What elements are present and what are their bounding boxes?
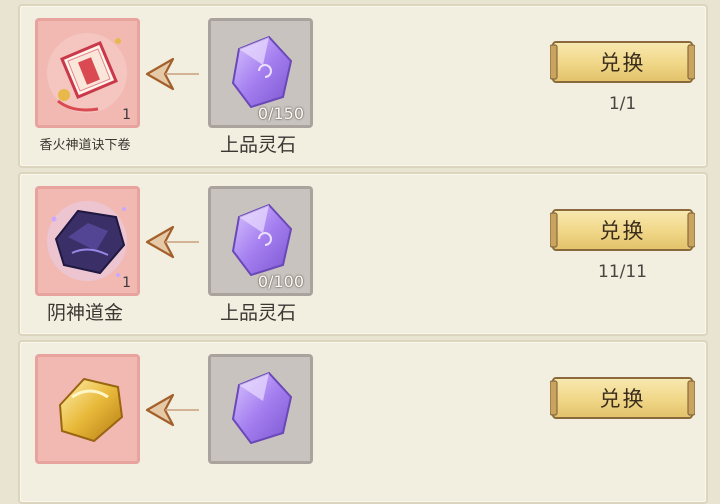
exchange-row: 兑换 bbox=[18, 340, 708, 504]
exchange-row: 1 0/100 阴神道金 上品灵石 兑换 11/11 bbox=[18, 172, 708, 336]
cost-progress: 0/100 bbox=[257, 272, 304, 291]
reward-item-slot[interactable]: 1 bbox=[35, 186, 140, 296]
cost-item-slot[interactable] bbox=[208, 354, 313, 464]
arrow-left-icon bbox=[145, 393, 199, 427]
cost-item-slot[interactable]: 0/150 bbox=[208, 18, 313, 128]
arrow-left-icon bbox=[145, 225, 199, 259]
exchange-count: 11/11 bbox=[598, 262, 647, 282]
purple-spirit-stone-icon bbox=[211, 357, 310, 461]
reward-name: 香火神道诀下卷 bbox=[39, 138, 131, 153]
reward-item-slot[interactable]: 1 bbox=[35, 18, 140, 128]
reward-quantity: 1 bbox=[122, 107, 131, 123]
exchange-button[interactable]: 兑换 bbox=[550, 40, 695, 84]
exchange-button-label: 兑换 bbox=[599, 219, 646, 243]
cost-item-slot[interactable]: 0/100 bbox=[208, 186, 313, 296]
gold-ore-icon bbox=[38, 357, 137, 461]
reward-quantity: 1 bbox=[122, 275, 131, 291]
cost-name: 上品灵石 bbox=[219, 302, 296, 324]
exchange-button-label: 兑换 bbox=[599, 51, 646, 75]
reward-name: 阴神道金 bbox=[46, 302, 123, 324]
arrow-left-icon bbox=[145, 57, 199, 91]
exchange-button-label: 兑换 bbox=[599, 387, 646, 411]
cost-progress: 0/150 bbox=[257, 104, 304, 123]
cost-name: 上品灵石 bbox=[219, 134, 296, 156]
exchange-button[interactable]: 兑换 bbox=[550, 208, 695, 252]
exchange-button[interactable]: 兑换 bbox=[550, 376, 695, 420]
reward-item-slot[interactable] bbox=[35, 354, 140, 464]
exchange-row: 1 0/150 香火神道诀下卷 上品灵石 兑换 1/1 bbox=[18, 4, 708, 168]
exchange-count: 1/1 bbox=[608, 94, 637, 114]
